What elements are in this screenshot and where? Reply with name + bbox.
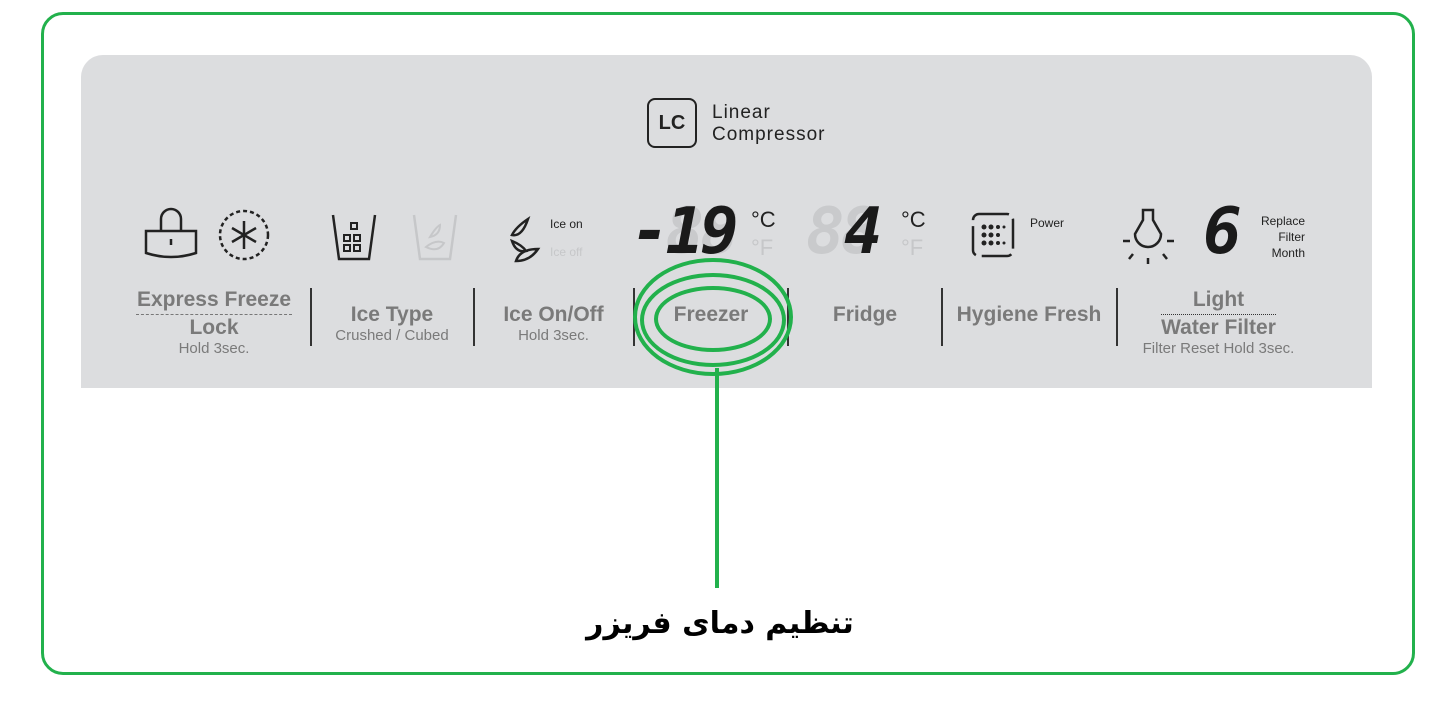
ice-type-button[interactable]: Ice Type Crushed / Cubed [321,303,463,344]
filter-month-display: 6 [1203,195,1241,269]
highlight-ring-inner [654,286,772,352]
ice-dispense-icon [509,215,541,263]
fridge-celsius: °C [901,207,926,232]
ice-cubed-icon [331,214,377,261]
power-indicator: Power [1030,216,1065,230]
divider [941,288,943,346]
fridge-temp-display: 4 [844,195,882,269]
express-freeze-lock-button[interactable]: Express Freeze Lock Hold 3sec. [136,288,292,357]
callout-line [715,368,719,588]
lock-icon [144,207,198,259]
express-freeze-icon [218,209,270,261]
ice-on-off-button[interactable]: Ice On/Off Hold 3sec. [481,303,626,344]
divider [473,288,475,346]
ice-crushed-icon [412,214,458,261]
ice-on-indicator: Ice on [550,217,583,231]
divider [1116,288,1118,346]
freezer-celsius: °C [751,207,776,232]
freezer-temp-display: -19 [631,195,739,269]
ice-off-indicator: Ice off [550,245,583,259]
fridge-button[interactable]: Fridge [795,303,935,327]
light-bulb-icon [1123,208,1174,264]
divider [310,288,312,346]
callout-caption: تنظیم دمای فریزر [586,606,854,641]
freezer-fahrenheit: °F [751,235,774,260]
brand-text: Linear Compressor [712,102,826,145]
light-water-filter-button[interactable]: Light Water Filter Filter Reset Hold 3se… [1131,288,1306,357]
hygiene-fresh-icon [971,212,1015,258]
hygiene-fresh-button[interactable]: Hygiene Fresh [949,303,1109,327]
fridge-fahrenheit: °F [901,235,924,260]
replace-filter-label: Replace Filter Month [1260,214,1305,260]
lc-logo-icon: LC [647,98,697,148]
